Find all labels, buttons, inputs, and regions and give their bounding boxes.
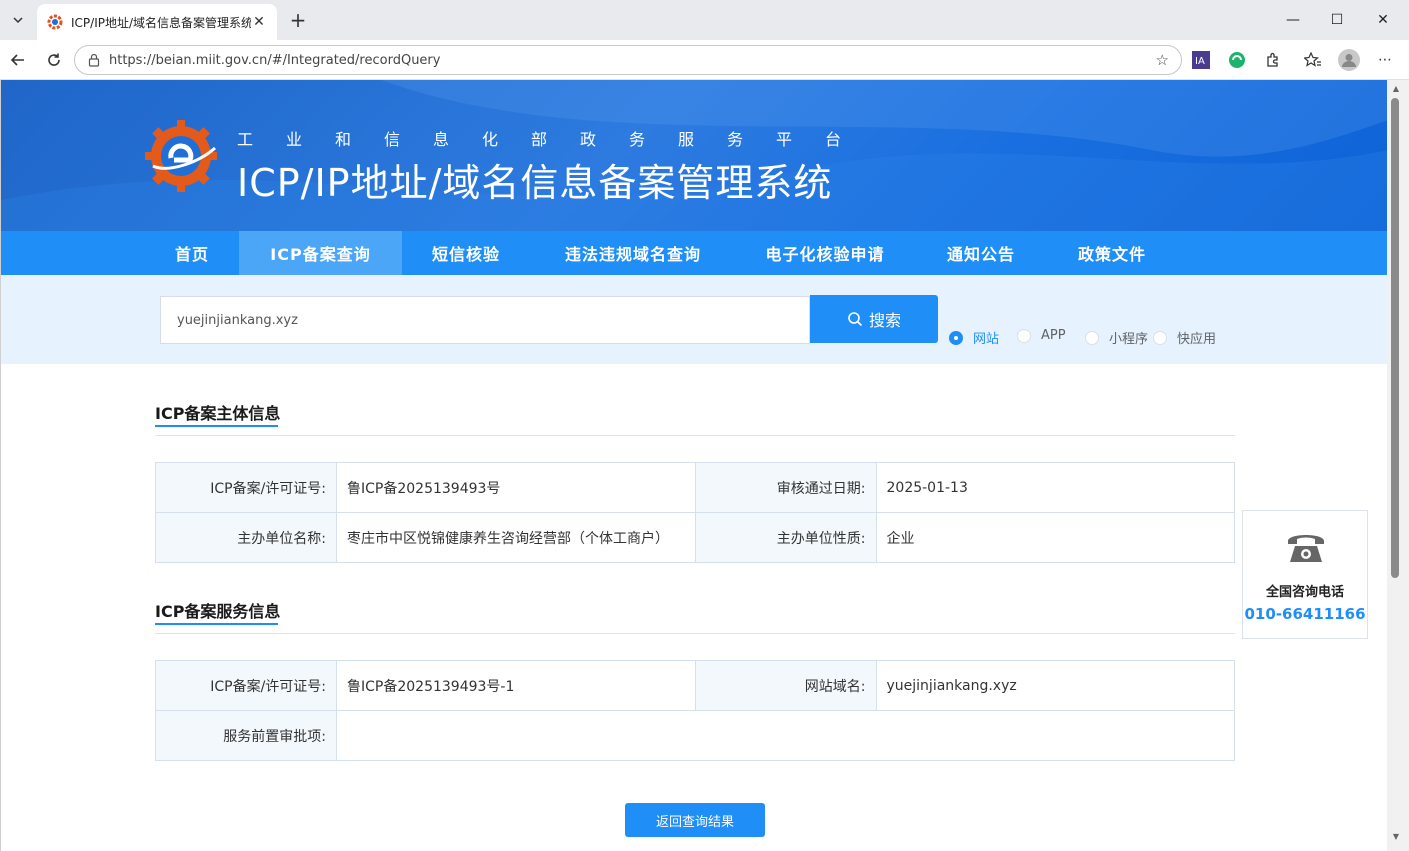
nav-item-illegal-domain-query[interactable]: 违法违规域名查询 bbox=[541, 231, 725, 275]
field-label: ICP备案/许可证号: bbox=[155, 462, 337, 513]
scroll-down-arrow-icon[interactable]: ▼ bbox=[1391, 832, 1401, 842]
nav-item-notices[interactable]: 通知公告 bbox=[925, 231, 1037, 275]
nav-item-icp-query[interactable]: ICP备案查询 bbox=[239, 231, 402, 275]
main-nav: 首页 ICP备案查询 短信核验 违法违规域名查询 电子化核验申请 通知公告 政策… bbox=[1, 231, 1387, 275]
nav-item-home[interactable]: 首页 bbox=[151, 231, 233, 275]
extensions-puzzle-icon[interactable] bbox=[1262, 49, 1284, 71]
section-title-underline bbox=[155, 623, 278, 625]
radio-label: APP bbox=[1041, 328, 1066, 343]
section-divider bbox=[155, 435, 1235, 436]
subject-info-table: ICP备案/许可证号: 鲁ICP备2025139493号 审核通过日期: 202… bbox=[155, 462, 1235, 563]
favorites-icon[interactable] bbox=[1302, 49, 1324, 71]
back-arrow-icon[interactable] bbox=[4, 46, 32, 74]
search-button[interactable]: 搜索 bbox=[810, 295, 938, 343]
reload-icon[interactable] bbox=[40, 46, 68, 74]
more-menu-icon[interactable]: ⋯ bbox=[1374, 49, 1396, 71]
service-info-table: ICP备案/许可证号: 鲁ICP备2025139493号-1 网站域名: yue… bbox=[155, 660, 1235, 761]
hotline-number[interactable]: 010-66411166 bbox=[1243, 605, 1367, 623]
table-row: 服务前置审批项: bbox=[155, 710, 1235, 761]
page-scrollbar[interactable]: ▲ ▼ bbox=[1387, 80, 1409, 851]
minimize-icon[interactable]: — bbox=[1270, 6, 1316, 34]
nav-item-sms-verify[interactable]: 短信核验 bbox=[411, 231, 521, 275]
miit-logo-icon bbox=[145, 120, 217, 192]
tab-list-chevron-icon[interactable] bbox=[6, 8, 30, 32]
radio-dot bbox=[1085, 330, 1099, 345]
radio-dot bbox=[949, 330, 963, 345]
field-label: 审核通过日期: bbox=[694, 462, 877, 513]
radio-dot bbox=[1153, 330, 1167, 345]
subject-section-title: ICP备案主体信息 bbox=[155, 404, 281, 423]
service-section-title: ICP备案服务信息 bbox=[155, 602, 281, 621]
lock-icon bbox=[88, 53, 100, 67]
radio-app[interactable]: APP bbox=[1017, 328, 1066, 343]
nav-item-policy-docs[interactable]: 政策文件 bbox=[1057, 231, 1167, 275]
radio-quick-app[interactable]: 快应用 bbox=[1153, 328, 1216, 347]
back-to-results-button[interactable]: 返回查询结果 bbox=[625, 803, 765, 837]
phone-icon bbox=[1288, 535, 1324, 562]
search-icon bbox=[848, 312, 863, 327]
site-favicon-icon bbox=[47, 14, 63, 30]
radio-label: 网站 bbox=[973, 332, 1000, 347]
tab-close-icon[interactable]: ✕ bbox=[251, 14, 267, 30]
search-button-label: 搜索 bbox=[868, 311, 901, 330]
favorite-star-icon[interactable]: ☆ bbox=[1156, 51, 1169, 69]
header-title: ICP/IP地址/域名信息备案管理系统 bbox=[237, 161, 833, 205]
scroll-up-arrow-icon[interactable]: ▲ bbox=[1391, 84, 1401, 94]
window-close-icon[interactable]: ✕ bbox=[1360, 6, 1406, 34]
new-tab-plus-icon[interactable]: + bbox=[286, 8, 310, 32]
site-header: 工业和信息化部政务服务平台 ICP/IP地址/域名信息备案管理系统 bbox=[1, 80, 1387, 231]
search-input[interactable]: yuejinjiankang.xyz bbox=[160, 296, 810, 344]
tab-title: ICP/IP地址/域名信息备案管理系统 bbox=[71, 15, 251, 30]
nav-item-e-verify-apply[interactable]: 电子化核验申请 bbox=[745, 231, 905, 275]
green-extension-icon[interactable] bbox=[1226, 49, 1248, 71]
scroll-thumb[interactable] bbox=[1391, 98, 1399, 578]
table-row: 主办单位名称: 枣庄市中区悦锦健康养生咨询经营部（个体工商户） 主办单位性质: … bbox=[155, 512, 1235, 563]
maximize-icon[interactable]: ☐ bbox=[1314, 6, 1360, 34]
section-title-underline bbox=[155, 425, 278, 427]
field-label: 网站域名: bbox=[694, 660, 877, 711]
header-subtitle: 工业和信息化部政务服务平台 bbox=[237, 130, 875, 149]
radio-website[interactable]: 网站 bbox=[949, 328, 999, 347]
address-bar[interactable]: https://beian.miit.gov.cn/#/Integrated/r… bbox=[74, 45, 1182, 75]
field-value: 鲁ICP备2025139493号 bbox=[336, 462, 696, 513]
field-value: yuejinjiankang.xyz bbox=[875, 660, 1235, 711]
field-value: 2025-01-13 bbox=[875, 462, 1235, 513]
browser-toolbar: https://beian.miit.gov.cn/#/Integrated/r… bbox=[0, 40, 1409, 80]
svg-text:IA: IA bbox=[1195, 56, 1205, 67]
url-text: https://beian.miit.gov.cn/#/Integrated/r… bbox=[109, 52, 441, 68]
radio-label: 小程序 bbox=[1109, 332, 1149, 347]
field-label: 服务前置审批项: bbox=[155, 710, 337, 761]
field-value: 枣庄市中区悦锦健康养生咨询经营部（个体工商户） bbox=[336, 512, 696, 563]
field-value: 企业 bbox=[875, 512, 1235, 563]
field-label: 主办单位名称: bbox=[155, 512, 337, 563]
section-divider bbox=[155, 633, 1235, 634]
hotline-widget: 全国咨询电话 010-66411166 bbox=[1242, 510, 1368, 639]
hotline-label: 全国咨询电话 bbox=[1265, 585, 1344, 600]
page-viewport: 工业和信息化部政务服务平台 ICP/IP地址/域名信息备案管理系统 首页 ICP… bbox=[0, 80, 1387, 851]
ia-extension-icon[interactable]: IA bbox=[1190, 49, 1212, 71]
field-label: ICP备案/许可证号: bbox=[155, 660, 337, 711]
field-label: 主办单位性质: bbox=[694, 512, 877, 563]
field-value bbox=[336, 710, 1235, 761]
browser-tab-bar: ICP/IP地址/域名信息备案管理系统 ✕ + — ☐ ✕ bbox=[0, 0, 1409, 40]
search-area: yuejinjiankang.xyz 搜索 网站 APP 小程序 快应用 bbox=[1, 275, 1387, 364]
radio-mini-program[interactable]: 小程序 bbox=[1085, 328, 1148, 347]
browser-tab[interactable]: ICP/IP地址/域名信息备案管理系统 ✕ bbox=[37, 4, 277, 40]
profile-avatar-icon[interactable] bbox=[1338, 49, 1360, 71]
radio-label: 快应用 bbox=[1177, 332, 1217, 347]
table-row: ICP备案/许可证号: 鲁ICP备2025139493号 审核通过日期: 202… bbox=[155, 462, 1235, 513]
field-value: 鲁ICP备2025139493号-1 bbox=[336, 660, 696, 711]
table-row: ICP备案/许可证号: 鲁ICP备2025139493号-1 网站域名: yue… bbox=[155, 660, 1235, 711]
radio-dot bbox=[1017, 328, 1031, 343]
